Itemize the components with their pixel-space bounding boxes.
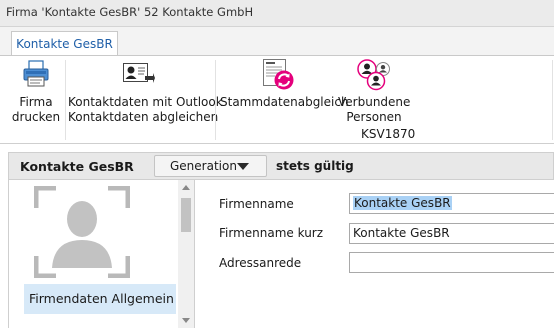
- address-salutation-field[interactable]: [349, 252, 554, 273]
- scroll-up-icon[interactable]: [182, 185, 190, 190]
- sidebar-item-label: Firmendaten Allgemein: [29, 291, 174, 306]
- outlook-sync-button[interactable]: Kontaktdaten mit Outlook Kontaktdaten ab…: [68, 58, 223, 142]
- master-data-sync-button[interactable]: Stammdatenabgleich: [220, 58, 349, 142]
- printer-icon: [23, 60, 49, 87]
- validity-label: stets gültig: [276, 159, 354, 173]
- company-short-name-value: Kontakte GesBR: [353, 226, 450, 240]
- document-sync-icon: [263, 59, 294, 90]
- window-title: Firma 'Kontakte GesBR' 52 Kontakte GmbH: [6, 5, 254, 19]
- contact-card-icon: [123, 63, 155, 83]
- address-salutation-label: Adressanrede: [219, 256, 302, 270]
- sidebar-item-firmendaten[interactable]: Firmendaten Allgemein: [24, 284, 176, 314]
- print-company-label: Firma drucken: [11, 95, 61, 124]
- linked-persons-label: Verbundene Personen: [338, 95, 411, 124]
- ribbon-separator: [215, 60, 216, 140]
- scroll-down-icon[interactable]: [182, 318, 190, 323]
- ribbon: Firma drucken Kontaktdaten mit Outlook K…: [0, 55, 554, 144]
- avatar-placeholder-icon: [34, 186, 130, 278]
- linked-persons-icon: [357, 59, 390, 91]
- company-short-name-label: Firmenname kurz: [219, 226, 324, 240]
- chevron-down-icon: [237, 163, 249, 170]
- company-form: Firmenname Kontakte GesBR Firmenname kur…: [195, 180, 554, 328]
- ribbon-separator: [552, 60, 553, 140]
- outlook-sync-label: Kontaktdaten mit Outlook Kontaktdaten ab…: [68, 95, 223, 124]
- scroll-thumb[interactable]: [181, 198, 191, 232]
- company-name-field[interactable]: Kontakte GesBR: [349, 193, 554, 214]
- master-data-sync-label: Stammdatenabgleich: [220, 95, 349, 109]
- panel-header: Kontakte GesBR Generation stets gültig: [8, 152, 554, 180]
- print-company-button[interactable]: Firma drucken: [10, 58, 62, 142]
- spacer: [0, 144, 554, 152]
- generation-label: Generation: [170, 159, 237, 173]
- company-name-label: Firmenname: [219, 197, 294, 211]
- company-name-value: Kontakte GesBR: [353, 196, 452, 210]
- generation-dropdown[interactable]: Generation: [154, 155, 267, 177]
- company-short-name-field[interactable]: Kontakte GesBR: [349, 223, 554, 244]
- sidebar-scrollbar[interactable]: [178, 180, 194, 328]
- ribbon-group-label: KSV1870: [361, 127, 416, 141]
- ribbon-separator: [65, 60, 66, 140]
- ribbon-tabstrip: Kontakte GesBR: [0, 27, 554, 55]
- panel-title: Kontakte GesBR: [20, 159, 134, 174]
- sidebar: Firmendaten Allgemein: [8, 180, 195, 328]
- ribbon-tab-kontakte[interactable]: Kontakte GesBR: [11, 31, 118, 55]
- window-titlebar: Firma 'Kontakte GesBR' 52 Kontakte GmbH: [0, 0, 554, 27]
